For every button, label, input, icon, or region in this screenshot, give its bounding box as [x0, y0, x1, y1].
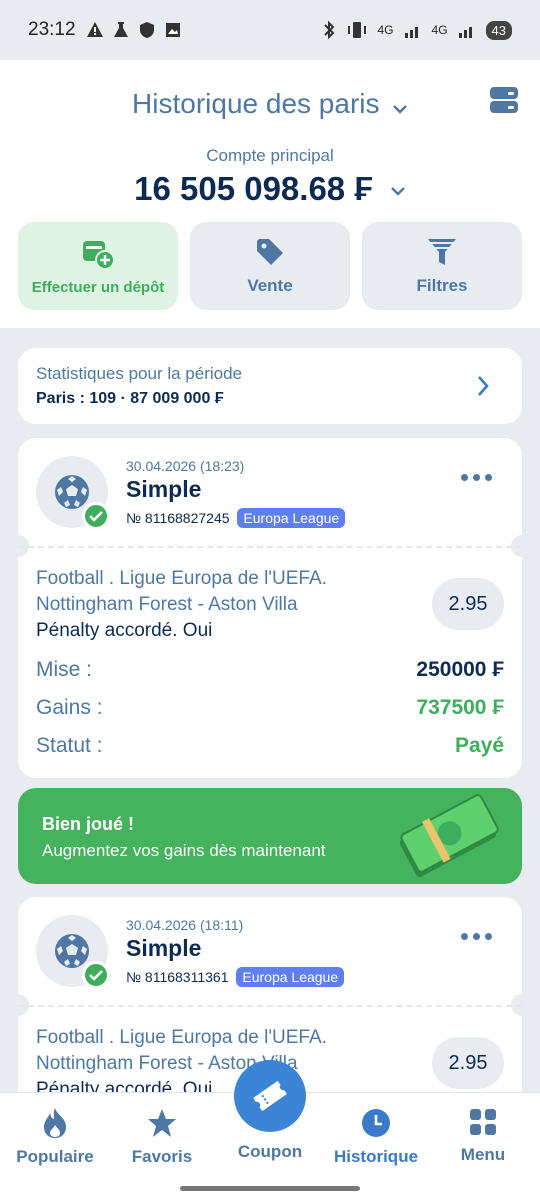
- status-value: Payé: [454, 734, 504, 757]
- nav-history[interactable]: Historique: [326, 1107, 426, 1167]
- status-label: Statut :: [36, 734, 103, 757]
- chevron-down-icon: [393, 104, 407, 114]
- odds-badge: 2.95: [432, 578, 504, 630]
- nav-history-label: Historique: [333, 1147, 419, 1166]
- event-selection: Pénalty accordé. Oui: [36, 620, 213, 641]
- won-check-icon: [82, 502, 110, 530]
- stake-label: Mise :: [36, 658, 93, 681]
- account-label: Compte principal: [206, 146, 334, 165]
- money-stack-icon: [399, 794, 499, 878]
- bet-date: 30.04.2026 (18:11): [126, 917, 244, 933]
- sale-label: Vente: [247, 276, 293, 295]
- home-indicator: [180, 1186, 360, 1191]
- event-competition: Football . Ligue Europa de l'UEFA.: [36, 568, 327, 589]
- period-statistics-card[interactable]: Statistiques pour la période Paris : 109…: [18, 348, 522, 424]
- nav-menu[interactable]: Menu: [433, 1107, 533, 1165]
- page-header: Historique des paris Compte principal 16…: [0, 60, 540, 328]
- odds-badge: 2.95: [432, 1037, 504, 1089]
- filter-icon: [428, 239, 456, 265]
- nav-coupon-label: Coupon: [237, 1142, 303, 1161]
- stake-value: 250000 ₣: [416, 658, 504, 681]
- clock-icon: [362, 1109, 390, 1137]
- account-balance-selector[interactable]: 16 505 098.68 ₣: [0, 170, 540, 208]
- bet-date: 30.04.2026 (18:23): [126, 458, 245, 474]
- divider: [18, 1005, 522, 1007]
- nav-favorites[interactable]: Favoris: [112, 1107, 212, 1167]
- chevron-down-icon: [391, 187, 405, 196]
- event-details: Football . Ligue Europa de l'UEFA. Notti…: [36, 566, 327, 644]
- statistics-title: Statistiques pour la période: [36, 364, 243, 383]
- database-menu-icon[interactable]: [488, 84, 520, 116]
- coupon-button[interactable]: [234, 1060, 306, 1132]
- divider: [18, 546, 522, 548]
- deposit-button[interactable]: Effectuer un dépôt: [18, 222, 178, 310]
- bet-type: Simple: [126, 935, 202, 961]
- warning-icon: [86, 22, 103, 37]
- bluetooth-icon: [323, 20, 334, 40]
- nav-popular[interactable]: Populaire: [5, 1107, 105, 1167]
- bet-type: Simple: [126, 476, 202, 502]
- statistics-summary: Paris : 109 · 87 009 000 ₣: [36, 390, 224, 407]
- bet-card[interactable]: 30.04.2026 (18:23) Simple № 81168827245 …: [7, 438, 533, 778]
- vibrate-icon: [347, 22, 366, 38]
- filters-button[interactable]: Filtres: [362, 222, 522, 310]
- grid-icon: [470, 1109, 496, 1135]
- gains-value: 737500 ₣: [416, 696, 504, 719]
- nav-favorites-label: Favoris: [131, 1147, 193, 1166]
- stake-row: Mise : 250000 ₣: [36, 658, 504, 682]
- network-label-2: 4G: [431, 23, 448, 37]
- ticket-icon: [253, 1080, 287, 1112]
- flame-icon: [44, 1108, 66, 1138]
- bet-number-row: № 81168311361 Europa League: [126, 967, 345, 987]
- status-row: Statut : Payé: [36, 734, 504, 758]
- star-icon: [148, 1109, 176, 1137]
- wallet-plus-icon: [83, 240, 115, 270]
- account-balance: 16 505 098.68 ₣: [134, 170, 373, 207]
- tag-icon: [257, 239, 283, 265]
- bet-number-row: № 81168827245 Europa League: [126, 508, 346, 528]
- flask-icon: [113, 22, 128, 37]
- sale-button[interactable]: Vente: [190, 222, 350, 310]
- signal-icon: [404, 27, 418, 38]
- nav-popular-label: Populaire: [16, 1147, 94, 1166]
- event-teams: Nottingham Forest - Aston Villa: [36, 594, 298, 615]
- filters-label: Filtres: [416, 276, 468, 295]
- battery-indicator: 43: [485, 20, 512, 40]
- league-badge: Europa League: [236, 967, 345, 987]
- signal-icon: [458, 27, 472, 38]
- promo-banner[interactable]: Bien joué ! Augmentez vos gains dès main…: [18, 788, 522, 884]
- nav-menu-label: Menu: [460, 1145, 506, 1164]
- more-options-icon[interactable]: [461, 474, 492, 481]
- image-icon: [165, 23, 180, 37]
- deposit-label: Effectuer un dépôt: [31, 278, 165, 296]
- chevron-right-icon: [478, 376, 489, 396]
- won-check-icon: [82, 961, 110, 989]
- status-time: 23:12: [28, 19, 76, 40]
- shield-icon: [139, 22, 154, 38]
- more-options-icon[interactable]: [461, 933, 492, 940]
- status-bar: 23:12 4G 4G 43: [0, 0, 540, 60]
- network-label-1: 4G: [377, 23, 394, 37]
- league-badge: Europa League: [237, 508, 346, 528]
- action-buttons: Effectuer un dépôt Vente Filtres: [18, 222, 522, 310]
- bet-number: № 81168827245: [126, 510, 230, 526]
- bet-number: № 81168311361: [126, 969, 229, 985]
- gains-row: Gains : 737500 ₣: [36, 696, 504, 720]
- page-title: Historique des paris: [132, 88, 380, 119]
- gains-label: Gains :: [36, 696, 103, 719]
- event-competition: Football . Ligue Europa de l'UEFA.: [36, 1027, 327, 1048]
- title-selector[interactable]: Historique des paris: [0, 88, 540, 120]
